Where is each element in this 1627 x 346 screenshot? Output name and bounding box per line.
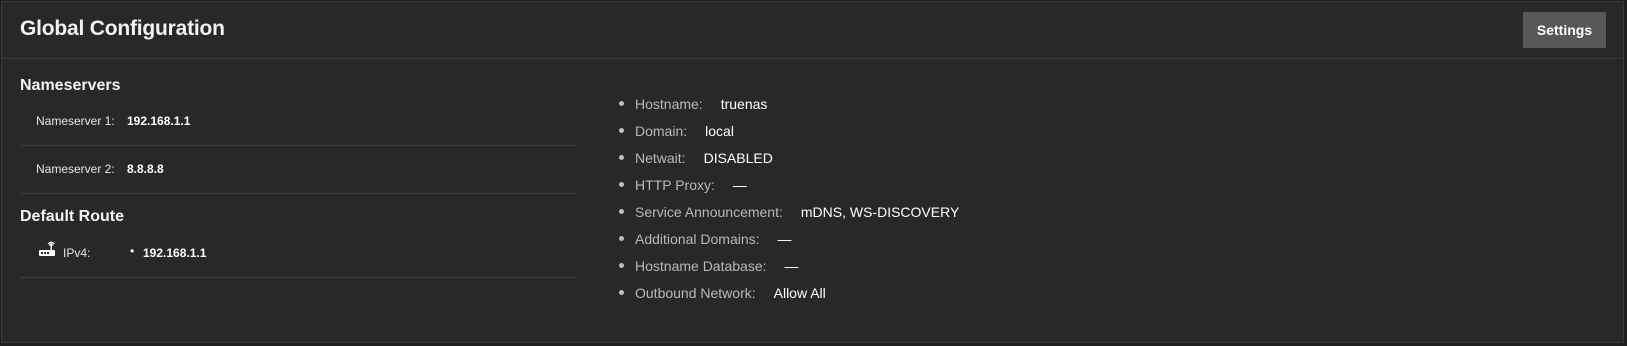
router-icon <box>39 241 55 256</box>
bullet-icon <box>619 101 624 106</box>
info-key: Outbound Network: <box>635 284 756 301</box>
info-value: DISABLED <box>703 149 773 166</box>
nameserver-value: 192.168.1.1 <box>127 114 191 128</box>
nameserver-row: Nameserver 1: 192.168.1.1 <box>20 98 576 146</box>
list-item: Hostname Database: — <box>619 252 959 279</box>
nameserver-label: Nameserver 2: <box>36 162 115 176</box>
info-list: Hostname: truenas Domain: local Netwait:… <box>619 90 960 306</box>
settings-button[interactable]: Settings <box>1523 12 1606 48</box>
list-item: Hostname: truenas <box>619 90 959 117</box>
ipv4-label: IPv4: <box>63 246 91 260</box>
list-item: Outbound Network: Allow All <box>619 279 959 306</box>
list-item: Domain: local <box>619 117 959 144</box>
list-item: Netwait: DISABLED <box>619 144 959 171</box>
bullet-icon <box>619 182 624 187</box>
ipv4-value: 192.168.1.1 <box>143 246 207 260</box>
info-key: Hostname: <box>635 95 703 112</box>
info-key: Domain: <box>635 122 688 139</box>
info-value: local <box>705 122 734 139</box>
bullet-icon <box>619 236 624 241</box>
bullet-icon <box>619 155 624 160</box>
global-configuration-card: Global Configuration Settings Nameserver… <box>1 1 1624 343</box>
list-item: Service Announcement: mDNS, WS-DISCOVERY <box>619 198 960 225</box>
info-key: Hostname Database: <box>635 257 767 274</box>
list-item: Additional Domains: — <box>619 225 959 252</box>
card-title: Global Configuration <box>20 17 225 40</box>
info-value: — <box>777 230 792 247</box>
info-key: Additional Domains: <box>635 230 760 247</box>
info-value: — <box>784 257 799 274</box>
nameserver-value: 8.8.8.8 <box>127 162 164 176</box>
list-item: HTTP Proxy: — <box>619 171 959 198</box>
info-key: HTTP Proxy: <box>635 176 715 193</box>
info-key: Service Announcement: <box>635 203 783 220</box>
bullet-icon <box>619 128 624 133</box>
nameserver-row: Nameserver 2: 8.8.8.8 <box>20 146 576 194</box>
default-route-title: Default Route <box>20 208 124 225</box>
bullet-icon <box>619 263 624 268</box>
nameserver-label: Nameserver 1: <box>36 114 115 128</box>
info-value: truenas <box>720 95 768 112</box>
info-key: Netwait: <box>635 149 686 166</box>
card-header: Global Configuration Settings <box>2 2 1623 59</box>
info-value: — <box>732 176 747 193</box>
nameservers-title: Nameservers <box>20 77 121 94</box>
bullet-icon <box>619 290 624 295</box>
info-value: Allow All <box>773 284 826 301</box>
default-route-row: IPv4: • 192.168.1.1 <box>20 230 576 278</box>
route-bullet: • <box>130 244 135 258</box>
info-value: mDNS, WS-DISCOVERY <box>800 203 960 220</box>
bullet-icon <box>619 209 624 214</box>
